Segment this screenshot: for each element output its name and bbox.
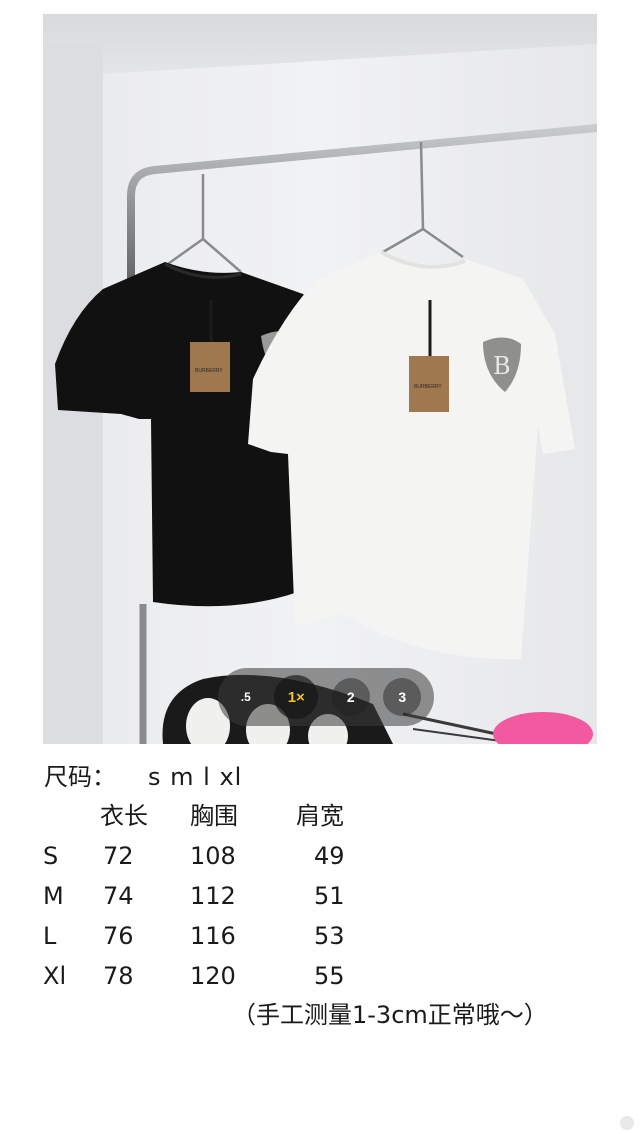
- zoom-2-button[interactable]: 2: [331, 678, 370, 716]
- row-chest: 116: [190, 922, 236, 950]
- row-size: Xl: [43, 962, 67, 990]
- product-photo: B BURBERRY B BURBERRY .5 1× 2 3: [43, 14, 597, 744]
- row-size: M: [43, 882, 64, 910]
- price-tag: [190, 342, 230, 392]
- camera-zoom-bar: .5 1× 2 3: [218, 668, 434, 726]
- row-length: 72: [103, 842, 134, 870]
- svg-text:BURBERRY: BURBERRY: [414, 384, 442, 390]
- row-length: 76: [103, 922, 134, 950]
- measurement-note: （手工测量1-3cm正常哦～）: [232, 1001, 548, 1029]
- row-length: 74: [103, 882, 134, 910]
- row-shoulder: 49: [314, 842, 345, 870]
- row-chest: 112: [190, 882, 236, 910]
- header-chest: 胸围: [190, 802, 238, 830]
- header-length: 衣长: [100, 802, 148, 830]
- row-length: 78: [103, 962, 134, 990]
- watermark-dot-icon: [620, 1116, 634, 1130]
- header-shoulder: 肩宽: [296, 802, 344, 830]
- zoom-1x-button[interactable]: 1×: [274, 675, 319, 719]
- row-shoulder: 51: [314, 882, 345, 910]
- row-shoulder: 53: [314, 922, 345, 950]
- zoom-3-button[interactable]: 3: [383, 678, 422, 716]
- row-chest: 108: [190, 842, 236, 870]
- sizes-label: 尺码：: [44, 763, 116, 791]
- row-shoulder: 55: [314, 962, 345, 990]
- row-size: S: [43, 842, 59, 870]
- svg-text:BURBERRY: BURBERRY: [195, 368, 223, 374]
- sizes-value: s m l xl: [148, 763, 243, 791]
- row-chest: 120: [190, 962, 236, 990]
- zoom-0-5-button[interactable]: .5: [231, 682, 261, 712]
- row-size: L: [43, 922, 57, 950]
- svg-text:B: B: [493, 352, 511, 380]
